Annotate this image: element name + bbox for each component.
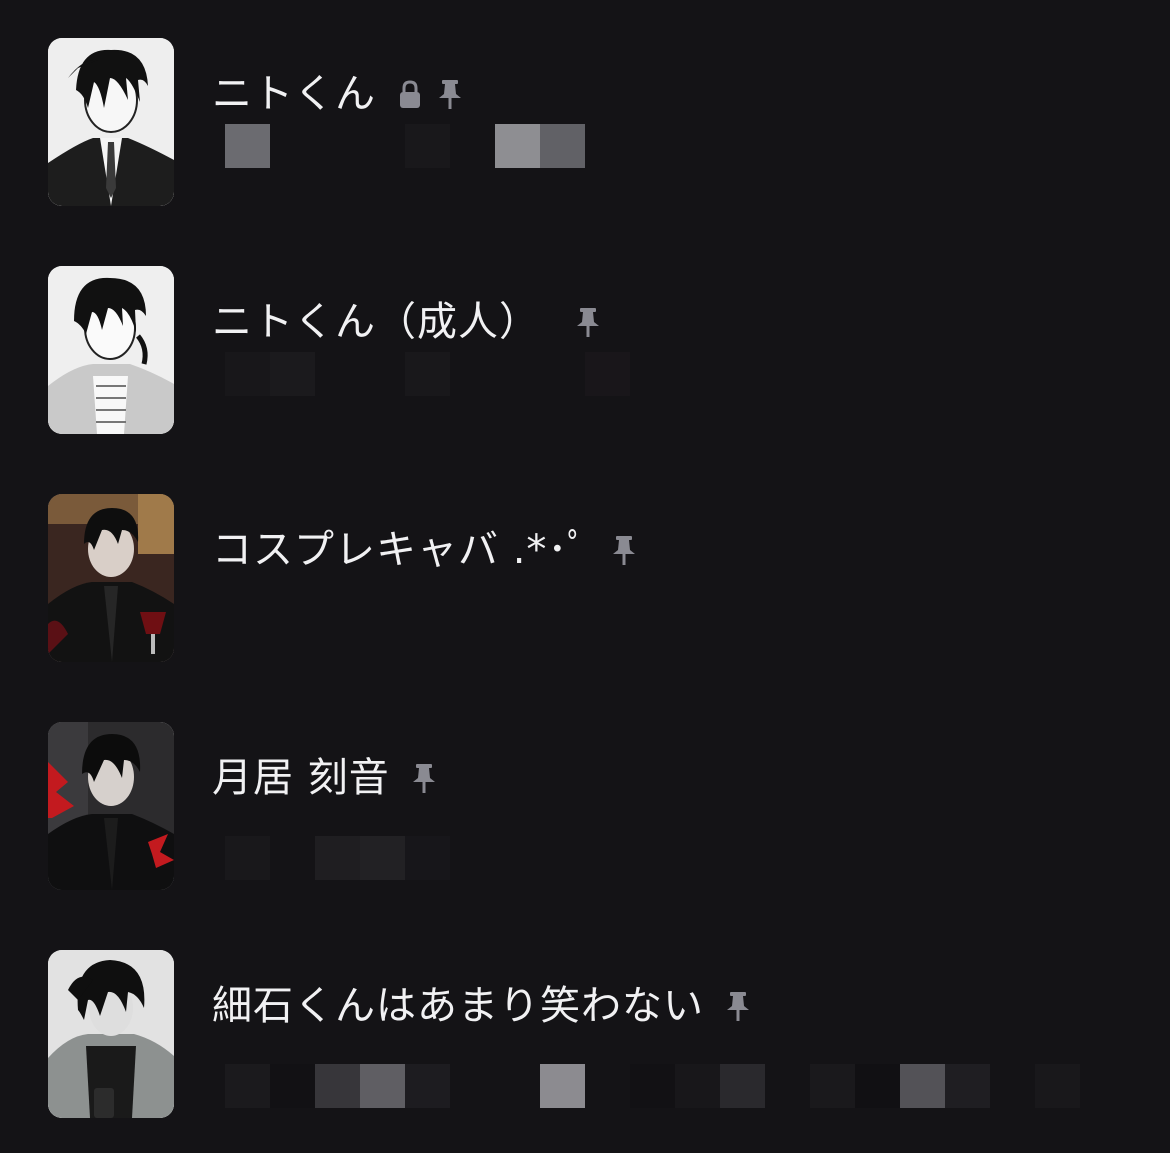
blur-block: [225, 352, 270, 396]
blur-block: [810, 1064, 855, 1108]
blur-block: [1035, 1064, 1080, 1108]
blur-block: [585, 352, 630, 396]
chat-item-cosplay-cabaret[interactable]: コスプレキャバ .*･ﾟ: [0, 494, 1170, 684]
blur-block: [900, 1064, 945, 1108]
message-preview-blurred: [225, 836, 1125, 880]
avatar: [48, 950, 174, 1118]
message-preview-blurred: [225, 352, 1125, 396]
pin-icon: [727, 992, 749, 1021]
chat-list: ニトくん ニトくん（成人） コスプレキャバ .*･ﾟ 月居 刻音 細石くんはあま…: [0, 0, 1170, 1153]
avatar-image: [48, 266, 174, 434]
blur-block: [315, 1064, 360, 1108]
chat-title-row: 細石くんはあまり笑わない: [212, 980, 752, 1032]
chat-item-tsukii-tokine[interactable]: 月居 刻音: [0, 722, 1170, 912]
blur-block: [225, 1064, 270, 1108]
blur-block: [720, 1064, 765, 1108]
chat-title-row: ニトくん（成人）: [212, 296, 602, 348]
chat-item-nito-adult[interactable]: ニトくん（成人）: [0, 266, 1170, 456]
blur-block: [855, 1064, 900, 1108]
blur-block: [540, 1064, 585, 1108]
blur-block: [270, 352, 315, 396]
pin-icon: [577, 308, 599, 337]
blur-block: [270, 1064, 315, 1108]
chat-name: ニトくん: [212, 71, 376, 117]
message-preview-blurred: [225, 124, 1125, 168]
pin-icon: [613, 536, 636, 565]
lock-icon: [400, 80, 420, 108]
blur-block: [675, 1064, 720, 1108]
blur-block: [495, 124, 540, 168]
chat-name: 細石くんはあまり笑わない: [212, 983, 704, 1029]
blur-block: [225, 836, 270, 880]
chat-title-row: ニトくん: [212, 68, 464, 120]
avatar-image: [48, 722, 174, 890]
blur-block: [945, 1064, 990, 1108]
chat-item-sazareishi[interactable]: 細石くんはあまり笑わない: [0, 950, 1170, 1140]
pin-icon: [439, 80, 461, 109]
avatar-image: [48, 494, 174, 662]
avatar-image: [48, 38, 174, 206]
chat-item-nito[interactable]: ニトくん: [0, 38, 1170, 228]
blur-block: [315, 836, 360, 880]
blur-block: [405, 124, 450, 168]
blur-block: [405, 1064, 450, 1108]
avatar-image: [48, 950, 174, 1118]
blur-block: [360, 1064, 405, 1108]
avatar: [48, 266, 174, 434]
chat-name: ニトくん（成人）: [212, 299, 540, 345]
blur-block: [225, 124, 270, 168]
blur-block: [630, 1064, 675, 1108]
chat-name: 月居 刻音: [212, 755, 390, 801]
avatar: [48, 38, 174, 206]
avatar: [48, 494, 174, 662]
blur-block: [405, 352, 450, 396]
message-preview-blurred: [225, 1064, 1125, 1108]
avatar: [48, 722, 174, 890]
chat-name: コスプレキャバ .*･ﾟ: [212, 527, 589, 573]
chat-title-row: コスプレキャバ .*･ﾟ: [212, 524, 638, 576]
blur-block: [540, 124, 585, 168]
blur-block: [405, 836, 450, 880]
pin-icon: [412, 764, 435, 793]
blur-block: [360, 836, 405, 880]
chat-title-row: 月居 刻音: [212, 752, 438, 804]
